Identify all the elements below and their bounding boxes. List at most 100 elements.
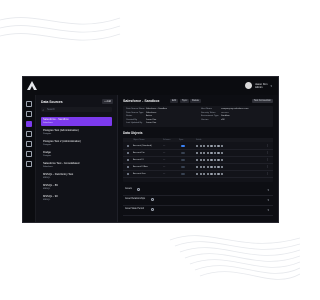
more-icon[interactable]: ⋮ [267,151,269,154]
object-group-name: Assets [125,188,132,191]
table-row[interactable]: Account Ff — ⋮ [123,157,273,164]
object-group-name: Asset Relationships [125,198,146,201]
home-icon[interactable] [26,101,32,107]
data-source-type: Postgres [43,133,52,135]
test-connection-button[interactable]: Test Connection [251,98,273,103]
dashboard-icon[interactable] [26,111,32,117]
search-icon: ⌕ [42,107,45,112]
data-source-item[interactable]: MSSQL - 90 MSSQL [41,194,112,203]
chevron-down-icon[interactable]: ▾ [267,198,269,202]
table-icon[interactable] [26,131,32,137]
data-source-type: MSSQL [43,199,51,201]
column-header: Schema [163,139,171,141]
detail-row: Version v58 [201,118,225,121]
sync-toggle[interactable] [181,172,185,176]
object-schema: — [163,151,166,154]
data-source-type: Salesforce [43,122,53,124]
data-source-name: MSSQL - 89 [43,184,58,188]
sync-toggle[interactable] [181,144,185,148]
column-header: Object Name [133,139,145,141]
data-source-name: Postgres Test (Administration) [43,129,79,133]
row-checkbox[interactable] [127,172,130,176]
object-schema: — [163,172,166,175]
row-checkbox[interactable] [127,158,130,162]
detail-row: Data Source NameSalesforce - Sandbox [126,108,167,110]
delete-button[interactable]: Delete [190,98,201,103]
top-bar: Jason Kim Admin ▾ [23,77,278,95]
field-indicators [196,172,232,175]
data-source-item[interactable]: MSSQL - 89 MSSQL [41,183,112,192]
field-indicators [196,158,232,161]
sidebar-title: Data Sources [41,100,63,104]
sync-button[interactable]: Sync [180,98,190,103]
help-icon[interactable] [26,161,32,167]
avatar [244,82,252,89]
user-role: Admin [254,85,263,89]
object-name: Account (Standard) [133,144,152,147]
field-indicators [196,151,232,154]
data-sources-sidebar: Data Sources + Add ⌕ Search Salesforce -… [36,95,118,222]
data-source-item[interactable]: Dodge Postgres [41,150,112,159]
column-header: Fields [196,139,202,141]
data-source-type: Postgres [43,155,52,157]
data-source-type: Postgres [43,144,52,146]
more-icon[interactable]: ⋮ [267,172,269,175]
row-checkbox[interactable] [127,144,130,148]
status-icon [137,188,140,191]
detail-row: Host Name company.my.salesforce.com [201,108,249,110]
table-row[interactable]: Account Fin — ⋮ [123,150,273,157]
data-source-name: Postgres Test 2 (Administration) [43,140,82,144]
object-name: Account Fin [133,151,145,154]
data-source-item[interactable]: MSSQL - Field Entry Test MSSQL [41,172,112,181]
add-data-source-button[interactable]: + Add [102,99,113,104]
object-name: Account Ff [133,158,144,161]
detail-row: Security Token •••••••••• [201,111,229,114]
app-window: Jason Kim Admin ▾ Data Sources + Add ⌕ S… [22,76,279,223]
data-source-name: MSSQL - 90 [43,195,58,199]
sync-toggle[interactable] [181,165,185,169]
edit-button[interactable]: Edit [170,98,179,103]
chevron-down-icon[interactable]: ▾ [267,208,269,212]
table-row[interactable]: Account (Standard) — ⋮ [123,143,273,150]
search-placeholder: Search [47,108,55,112]
status-icon [151,208,154,211]
field-indicators [196,165,232,168]
more-icon[interactable]: ⋮ [267,165,269,168]
chevron-down-icon[interactable]: ▾ [270,84,272,88]
detail-row: Created By Jason Kim [126,118,157,121]
data-source-type: Salesforce [43,166,53,168]
more-icon[interactable]: ⋮ [267,158,269,161]
data-source-item[interactable]: Postgres Test 2 (Administration) Postgre… [41,139,112,148]
data-source-name: Dodge [43,151,51,155]
table-header: Object Name Schema Sync Fields [123,138,273,142]
sync-toggle[interactable] [181,158,185,162]
status-icon [151,198,154,201]
object-schema: — [163,144,166,147]
page-title: Salesforce - Sandbox [123,99,160,103]
settings-icon[interactable] [26,151,32,157]
row-checkbox[interactable] [127,165,130,169]
chevron-down-icon[interactable]: ▾ [267,188,269,192]
row-checkbox[interactable] [127,151,130,155]
calendar-icon[interactable] [26,141,32,147]
database-icon[interactable] [26,121,32,127]
user-menu[interactable]: Jason Kim Admin ▾ [244,82,272,89]
icon-rail [23,95,36,222]
table-row[interactable]: Account Geo — ⋮ [123,171,273,178]
more-icon[interactable]: ⋮ [267,144,269,147]
data-source-name: Salesforce Test - Consolidated [43,162,80,166]
app-logo [27,81,37,90]
sync-toggle[interactable] [181,151,185,155]
data-source-item[interactable]: Salesforce - Sandbox Salesforce [41,117,112,126]
object-name: Account Ff Aux [133,165,148,168]
object-group[interactable]: Asset State Period ▾ [123,205,273,216]
search-input[interactable]: ⌕ Search [41,107,112,112]
data-source-type: MSSQL [43,188,51,190]
main-panel: Salesforce - Sandbox Edit Sync Delete Te… [118,95,278,222]
object-name: Account Geo [133,172,146,175]
detail-row: Environment Type Sandbox [201,115,230,117]
data-source-item[interactable]: Postgres Test (Administration) Postgres [41,128,112,137]
detail-row: Status Active [126,115,152,117]
table-row[interactable]: Account Ff Aux — ⋮ [123,164,273,171]
data-source-item[interactable]: Salesforce Test - Consolidated Salesforc… [41,161,112,170]
